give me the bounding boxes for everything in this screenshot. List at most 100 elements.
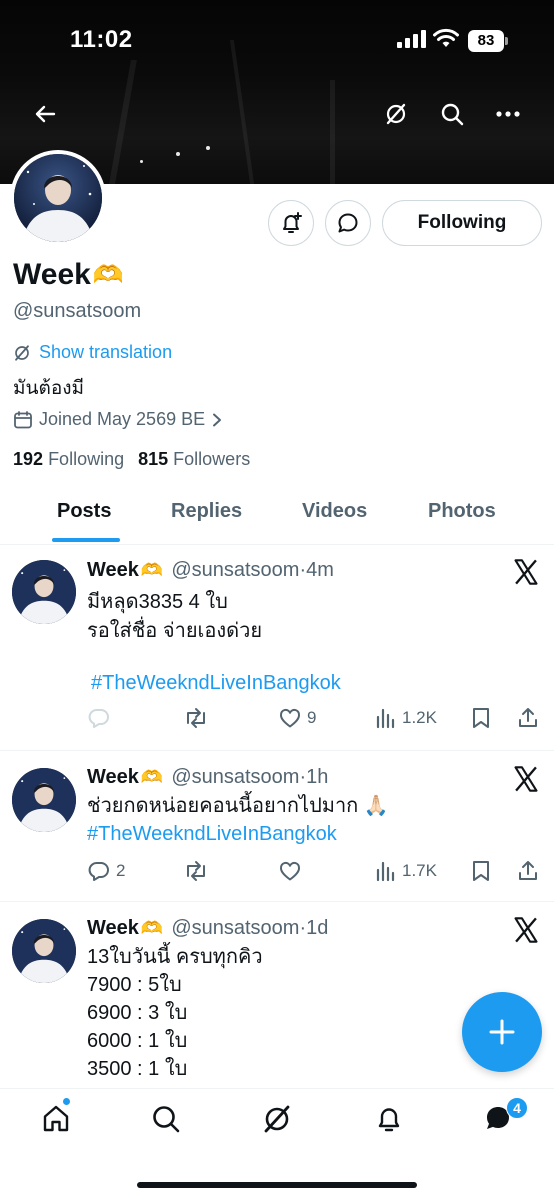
nav-home[interactable] bbox=[36, 1099, 76, 1139]
nav-notifications[interactable] bbox=[369, 1099, 409, 1139]
search-button[interactable] bbox=[434, 96, 470, 132]
followers-count-link[interactable]: 815 Followers bbox=[138, 449, 250, 470]
heart-hands-emoji: 🫶 bbox=[140, 560, 164, 580]
post-hashtag[interactable]: #TheWeekndLiveInBangkok bbox=[87, 820, 337, 849]
reply-icon bbox=[88, 862, 109, 881]
like-icon bbox=[279, 861, 301, 881]
following-button[interactable]: Following bbox=[382, 200, 542, 246]
share-button[interactable] bbox=[517, 703, 539, 733]
reply-button[interactable]: 2 bbox=[87, 856, 125, 886]
reply-button[interactable] bbox=[87, 703, 116, 733]
views-icon bbox=[376, 708, 395, 729]
post-author-handle: @sunsatsoom bbox=[171, 917, 300, 939]
message-button[interactable] bbox=[325, 200, 371, 246]
back-button[interactable] bbox=[27, 96, 63, 132]
battery-level: 83 bbox=[468, 30, 504, 52]
bookmark-button[interactable] bbox=[471, 856, 491, 886]
post-author-name[interactable]: Week bbox=[87, 917, 139, 940]
display-name-text: Week bbox=[13, 258, 91, 291]
calendar-icon bbox=[14, 410, 32, 428]
post-actions: 9 1.2K bbox=[87, 703, 547, 733]
post-text: 13ใบวันนี้ ครบทุกคิว 7900 : 5ใบ 6900 : 3… bbox=[87, 946, 263, 1080]
post-item[interactable]: Week 🫶 @sunsatsoom ·4m มีหลุด3835 4 ใบ ร… bbox=[0, 545, 554, 751]
home-indicator bbox=[137, 1182, 417, 1188]
nav-grok[interactable] bbox=[257, 1099, 297, 1139]
post-author-handle: @sunsatsoom bbox=[171, 559, 300, 581]
bell-icon bbox=[378, 1108, 400, 1132]
tab-posts[interactable]: Posts bbox=[57, 500, 111, 523]
tab-photos[interactable]: Photos bbox=[428, 500, 496, 523]
post-avatar[interactable] bbox=[12, 560, 76, 624]
post-header: Week 🫶 @sunsatsoom ·4m bbox=[87, 559, 334, 582]
heart-hands-emoji: 🫶 bbox=[140, 767, 164, 787]
post-author-name[interactable]: Week bbox=[87, 766, 139, 789]
following-label: Following bbox=[48, 449, 125, 469]
tab-videos[interactable]: Videos bbox=[302, 500, 367, 523]
profile-tabs: Posts Replies Videos Photos bbox=[0, 488, 554, 545]
message-icon bbox=[338, 213, 358, 233]
views-icon bbox=[376, 861, 395, 882]
profile-handle: @sunsatsoom bbox=[13, 300, 142, 322]
repost-icon bbox=[187, 708, 205, 728]
share-icon bbox=[519, 861, 537, 880]
post-author-name[interactable]: Week bbox=[87, 559, 139, 582]
compose-button[interactable] bbox=[462, 992, 542, 1072]
home-unread-dot bbox=[62, 1097, 71, 1106]
share-icon bbox=[519, 708, 537, 727]
heart-hands-emoji: 🫶 bbox=[92, 260, 124, 289]
post-item[interactable]: Week 🫶 @sunsatsoom ·1d 13ใบวันนี้ ครบทุก… bbox=[0, 903, 554, 1093]
like-count: 9 bbox=[307, 708, 317, 727]
view-count: 1.7K bbox=[402, 861, 437, 880]
x-logo-icon bbox=[514, 559, 538, 585]
followers-count: 815 bbox=[138, 449, 169, 469]
repost-button[interactable] bbox=[183, 856, 214, 886]
joined-date-row[interactable]: Joined May 2569 BE bbox=[13, 409, 223, 430]
following-count-link[interactable]: 192 Following bbox=[13, 449, 124, 470]
nav-search[interactable] bbox=[146, 1099, 186, 1139]
grok-icon bbox=[264, 1105, 290, 1133]
joined-date: Joined May 2569 BE bbox=[39, 409, 206, 429]
more-button[interactable] bbox=[490, 96, 526, 132]
show-translation-label: Show translation bbox=[39, 342, 173, 362]
bookmark-button[interactable] bbox=[471, 703, 491, 733]
follow-stats: 192 Following 815 Followers bbox=[13, 449, 250, 470]
status-time: 11:02 bbox=[70, 26, 133, 53]
notification-plus-icon bbox=[283, 212, 302, 233]
display-name: Week 🫶 bbox=[13, 258, 124, 292]
chevron-right-icon bbox=[213, 413, 222, 426]
tab-replies[interactable]: Replies bbox=[171, 500, 242, 523]
post-text: ช่วยกดหน่อยคอนนี้อยากไปมาก 🙏🏻 bbox=[87, 795, 389, 817]
post-hashtag[interactable]: #TheWeekndLiveInBangkok bbox=[91, 669, 341, 698]
post-author-handle: @sunsatsoom bbox=[171, 766, 300, 788]
followers-label: Followers bbox=[173, 449, 251, 469]
plus-icon bbox=[489, 1019, 515, 1045]
more-icon bbox=[496, 111, 520, 117]
search-icon bbox=[153, 1106, 180, 1133]
post-avatar[interactable] bbox=[12, 768, 76, 832]
profile-avatar[interactable] bbox=[10, 150, 106, 246]
grok-button[interactable] bbox=[378, 96, 414, 132]
post-actions: 2 1.7K bbox=[87, 856, 547, 886]
profile-bio: มันต้องมี bbox=[13, 378, 85, 399]
notify-button[interactable] bbox=[268, 200, 314, 246]
bookmark-icon bbox=[473, 861, 489, 881]
like-button[interactable]: 9 bbox=[278, 703, 316, 733]
views-button[interactable]: 1.7K bbox=[375, 856, 437, 886]
show-translation-link[interactable]: Show translation bbox=[13, 342, 172, 363]
signal-icon bbox=[397, 30, 426, 48]
reply-icon bbox=[88, 709, 109, 728]
like-button[interactable] bbox=[278, 856, 307, 886]
status-bar: 11:02 83 bbox=[0, 0, 554, 80]
messages-badge: 4 bbox=[506, 1097, 528, 1119]
views-button[interactable]: 1.2K bbox=[375, 703, 437, 733]
post-avatar[interactable] bbox=[12, 919, 76, 983]
post-item[interactable]: Week 🫶 @sunsatsoom ·1h ช่วยกดหน่อยคอนนี้… bbox=[0, 752, 554, 902]
post-time: ·1h bbox=[299, 766, 329, 788]
repost-button[interactable] bbox=[183, 703, 214, 733]
post-header: Week 🫶 @sunsatsoom ·1h bbox=[87, 766, 328, 789]
share-button[interactable] bbox=[517, 856, 539, 886]
back-arrow-icon bbox=[35, 105, 56, 123]
translate-icon bbox=[15, 344, 29, 361]
reply-count: 2 bbox=[116, 861, 126, 880]
bookmark-icon bbox=[473, 708, 489, 728]
